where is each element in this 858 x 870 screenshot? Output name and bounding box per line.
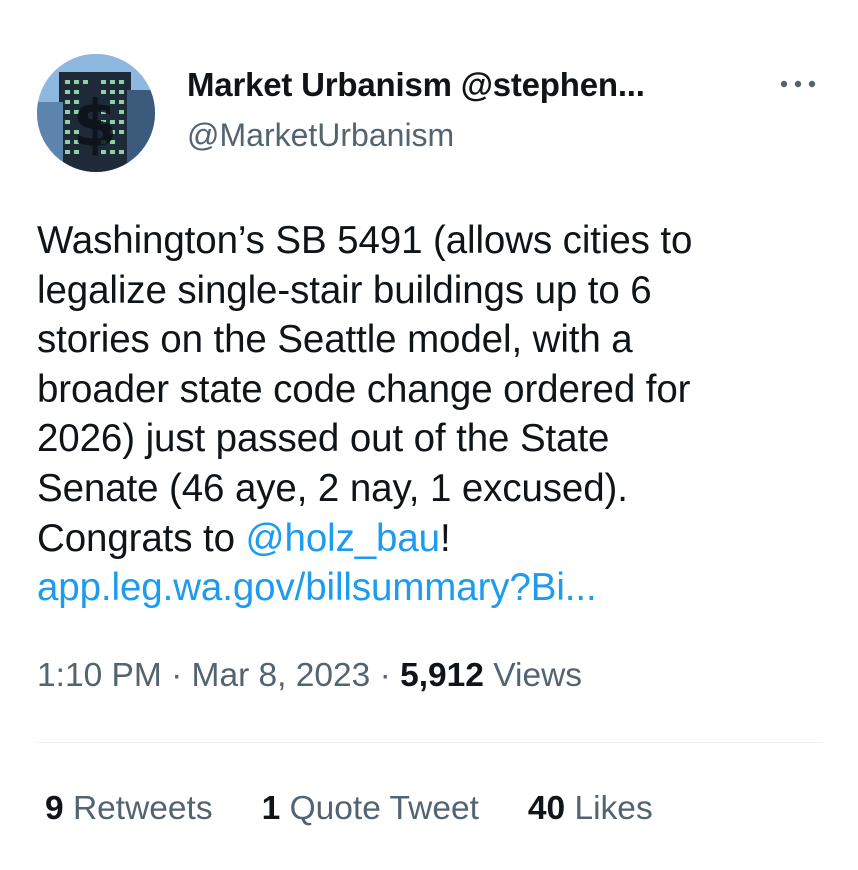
tweet-line: Senate (46 aye, 2 nay, 1 excused). [37,466,628,510]
building-dollar-avatar-icon: $ [37,54,155,172]
retweets-label: Retweets [72,790,213,827]
tweet-line: broader state code change ordered for [37,367,691,411]
tweet-meta: 1:10 PM · Mar 8, 2023 · 5,912 Views [37,657,582,695]
more-options-button[interactable] [774,66,822,102]
bill-summary-link[interactable]: app.leg.wa.gov/billsummary?Bi... [37,563,827,613]
engagement-stats: 9 Retweets 1 Quote Tweet 40 Likes [45,790,653,828]
retweets-stat[interactable]: 9 Retweets [45,790,213,828]
quote-tweets-label: Quote Tweet [289,790,479,827]
retweets-count: 9 [45,790,64,827]
views-count: 5,912 [400,657,484,694]
tweet-time[interactable]: 1:10 PM [37,657,162,694]
congrats-text: Congrats to [37,516,246,560]
quote-tweets-count: 1 [261,790,281,827]
mention-link[interactable]: @holz_bau [246,517,441,560]
tweet-line: 2026) just passed out of the State [37,417,610,461]
svg-text:$: $ [73,88,118,162]
tweet-line: legalize single-stair buildings up to 6 [37,268,652,312]
likes-count: 40 [527,790,566,827]
tweet-line: Washington’s SB 5491 (allows cities to [37,219,693,262]
views-label: Views [493,657,583,694]
author-handle[interactable]: @MarketUrbanism [187,117,454,154]
tweet-line: stories on the Seattle model, with a [37,318,633,362]
quote-tweets-stat[interactable]: 1 Quote Tweet [262,790,479,828]
meta-separator: · [171,657,183,694]
tweet-text: Washington’s SB 5491 (allows cities to l… [37,216,827,613]
tweet-date[interactable]: Mar 8, 2023 [192,657,371,694]
likes-stat[interactable]: 40 Likes [528,790,653,828]
author-display-name[interactable]: Market Urbanism @stephen... [187,66,645,104]
divider [37,742,822,743]
meta-separator: · [379,657,391,694]
more-horizontal-icon [780,80,816,88]
tweet-congrats-line: Congrats to @holz_bau! [37,514,827,564]
avatar[interactable]: $ [37,54,155,172]
likes-label: Likes [574,790,653,827]
congrats-suffix: ! [440,516,451,560]
